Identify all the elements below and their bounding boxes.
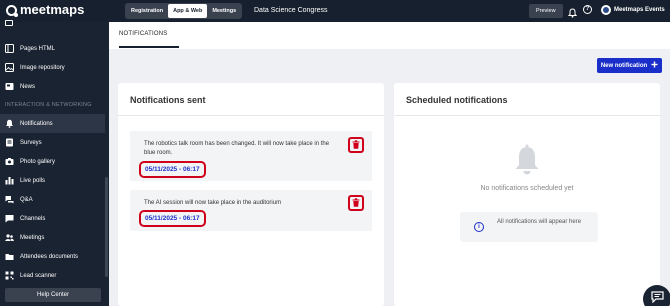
bell-icon <box>5 119 14 128</box>
notification-text: The AI session will now take place in th… <box>144 200 282 206</box>
tab-registration[interactable]: Registration <box>126 4 168 18</box>
help-icon[interactable]: ? <box>583 5 592 14</box>
chat-button[interactable] <box>643 285 670 306</box>
sidebar-item-meetings[interactable]: Meetings <box>0 228 105 247</box>
notification-item: The robotics talk room has been changed.… <box>130 131 372 181</box>
card-divider <box>118 115 384 116</box>
meetings-icon <box>5 233 14 242</box>
new-notification-label: New notification <box>600 62 648 69</box>
image-icon <box>5 63 14 72</box>
sidebar-item-label: Photo gallery <box>20 158 56 165</box>
plus-icon <box>651 61 658 70</box>
poll-icon <box>5 176 14 185</box>
sidebar-item-label: Channels <box>20 215 46 222</box>
photo-icon <box>5 157 14 166</box>
product-tabs: Registration App & Web Meetings <box>125 3 243 19</box>
sidebar-item-pages-html[interactable]: Pages HTML <box>0 39 105 58</box>
delete-button[interactable] <box>348 137 364 153</box>
sidebar-item-label: Pages HTML <box>20 45 56 52</box>
sidebar-item-photo-gallery[interactable]: Photo gallery <box>0 152 105 171</box>
notification-item: The AI session will now take place in th… <box>130 190 372 231</box>
sidebar-item-label: Attendees documents <box>20 253 79 260</box>
news-icon <box>5 82 14 91</box>
sidebar-item-label: Live polls <box>20 177 46 184</box>
help-center-button[interactable]: Help Center <box>5 288 101 302</box>
sidebar-item-channels[interactable]: Channels <box>0 209 105 228</box>
notifications-sent-title: Notifications sent <box>130 95 206 105</box>
avatar[interactable] <box>601 5 611 15</box>
notifications-bell-icon[interactable] <box>567 5 578 23</box>
sidebar-item-notifications[interactable]: Notifications <box>0 114 105 133</box>
trash-icon <box>352 194 360 212</box>
sidebar-item-label: Notifications <box>20 120 53 127</box>
sidebar: Pages HTML Image repository News INTERAC… <box>0 19 109 306</box>
logo-text: meetmaps <box>20 2 85 17</box>
logo[interactable]: meetmaps <box>6 3 84 17</box>
trash-icon <box>352 136 360 154</box>
org-name[interactable]: Meetmaps Events <box>614 7 665 13</box>
sidebar-scroll-thumb[interactable] <box>105 177 108 277</box>
sidebar-item-news[interactable]: News <box>0 77 105 96</box>
chat-icon <box>650 290 664 306</box>
tab-meetings[interactable]: Meetings <box>207 4 241 18</box>
sidebar-item-lead-scanner[interactable]: Lead scanner <box>0 266 105 285</box>
scheduled-notifications-card <box>394 83 660 306</box>
sidebar-item-partial[interactable] <box>5 19 95 27</box>
sidebar-item-live-polls[interactable]: Live polls <box>0 171 105 190</box>
survey-icon <box>5 138 14 147</box>
empty-state-text: No notifications scheduled yet <box>480 185 574 192</box>
info-box: i All notifications will appear here <box>460 212 598 242</box>
sidebar-item-label: News <box>20 83 36 90</box>
sidebar-item-label: Surveys <box>20 139 42 146</box>
empty-bell-icon <box>512 144 542 182</box>
scheduled-notifications-title: Scheduled notifications <box>406 95 508 105</box>
sidebar-item-qa[interactable]: Q&A <box>0 190 105 209</box>
documents-icon <box>5 252 14 261</box>
sidebar-item-label: Image repository <box>20 64 65 71</box>
qa-icon <box>5 195 14 204</box>
sidebar-item-attendees-documents[interactable]: Attendees documents <box>0 247 105 266</box>
event-title[interactable]: Data Science Congress <box>254 7 328 14</box>
preview-button[interactable]: Preview <box>529 4 563 18</box>
content-tab-bar <box>109 22 670 49</box>
notification-text: The robotics talk room has been changed.… <box>144 141 330 156</box>
notification-date: 05/11/2025 - 06:17 <box>139 210 206 227</box>
channels-icon <box>5 214 14 223</box>
top-bar: meetmaps Registration App & Web Meetings… <box>0 0 670 22</box>
info-icon: i <box>474 222 484 232</box>
delete-button[interactable] <box>348 195 364 211</box>
logo-mark-icon <box>6 4 18 17</box>
sidebar-item-label: Lead scanner <box>20 272 57 279</box>
tab-app-web[interactable]: App & Web <box>168 4 208 18</box>
sidebar-item-surveys[interactable]: Surveys <box>0 133 105 152</box>
tab-notifications[interactable]: NOTIFICATIONS <box>119 31 168 37</box>
card-divider <box>394 115 660 116</box>
sidebar-item-image-repository[interactable]: Image repository <box>0 58 105 77</box>
pages-icon <box>5 44 14 53</box>
section-header: INTERACTION & NETWORKING <box>5 102 92 108</box>
sidebar-item-label: Meetings <box>20 234 45 241</box>
active-tab-indicator <box>119 46 179 48</box>
notification-date: 05/11/2025 - 06:17 <box>139 161 206 178</box>
new-notification-button[interactable]: New notification <box>597 58 662 73</box>
sidebar-item-label: Q&A <box>20 196 33 203</box>
info-text: All notifications will appear here <box>497 219 582 225</box>
scanner-icon <box>5 271 14 280</box>
